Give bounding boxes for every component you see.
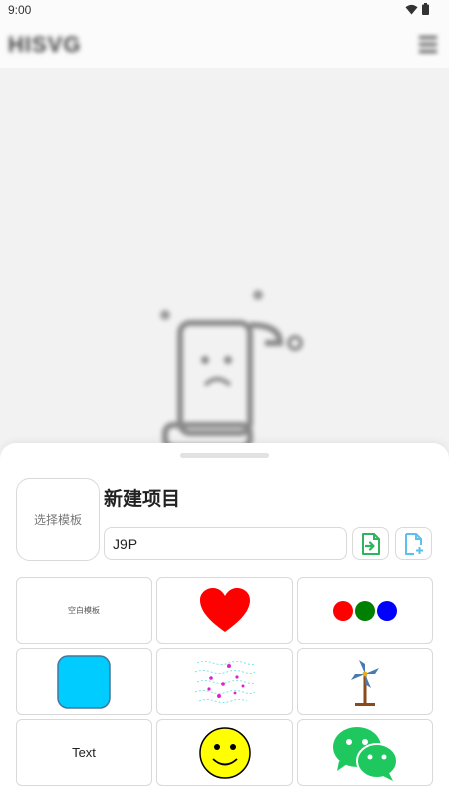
template-text-label: Text	[72, 745, 96, 760]
status-icons	[405, 3, 429, 15]
new-file-icon	[404, 532, 423, 555]
status-time: 9:00	[8, 3, 32, 17]
template-blank-label: 空白模板	[68, 606, 100, 615]
heart-icon	[199, 587, 250, 632]
template-heart[interactable]	[156, 577, 293, 644]
import-file-icon	[361, 532, 380, 555]
battery-icon	[422, 3, 429, 15]
new-file-button[interactable]	[395, 527, 432, 560]
smiley-icon	[198, 726, 251, 779]
status-bar: 9:00	[0, 0, 449, 22]
template-three-dots[interactable]	[297, 577, 433, 644]
project-name-input[interactable]	[104, 527, 347, 560]
app-title: HISVG	[8, 32, 82, 57]
wifi-icon	[405, 4, 418, 14]
empty-document-icon	[160, 290, 303, 450]
particles-icon	[194, 660, 255, 703]
rounded-square-icon	[57, 654, 111, 709]
template-smiley[interactable]	[156, 719, 293, 786]
template-blank[interactable]: 空白模板	[16, 577, 152, 644]
import-file-button[interactable]	[352, 527, 389, 560]
template-picker-button[interactable]: 选择模板	[16, 478, 100, 561]
template-particles[interactable]	[156, 648, 293, 715]
template-grid: 空白模板 Text	[16, 577, 433, 786]
template-rounded-square[interactable]	[16, 648, 152, 715]
sheet-title: 新建项目	[104, 489, 181, 510]
template-wechat[interactable]	[297, 719, 433, 786]
wechat-icon	[333, 726, 398, 781]
template-text[interactable]: Text	[16, 719, 152, 786]
sheet-drag-handle[interactable]	[180, 453, 269, 458]
template-windmill[interactable]	[297, 648, 433, 715]
three-dots-icon	[333, 600, 397, 621]
windmill-icon	[351, 659, 379, 706]
app-bar: HISVG	[0, 22, 449, 68]
menu-icon[interactable]	[419, 36, 437, 54]
new-project-sheet: 选择模板 新建项目 空白模板	[0, 443, 449, 799]
